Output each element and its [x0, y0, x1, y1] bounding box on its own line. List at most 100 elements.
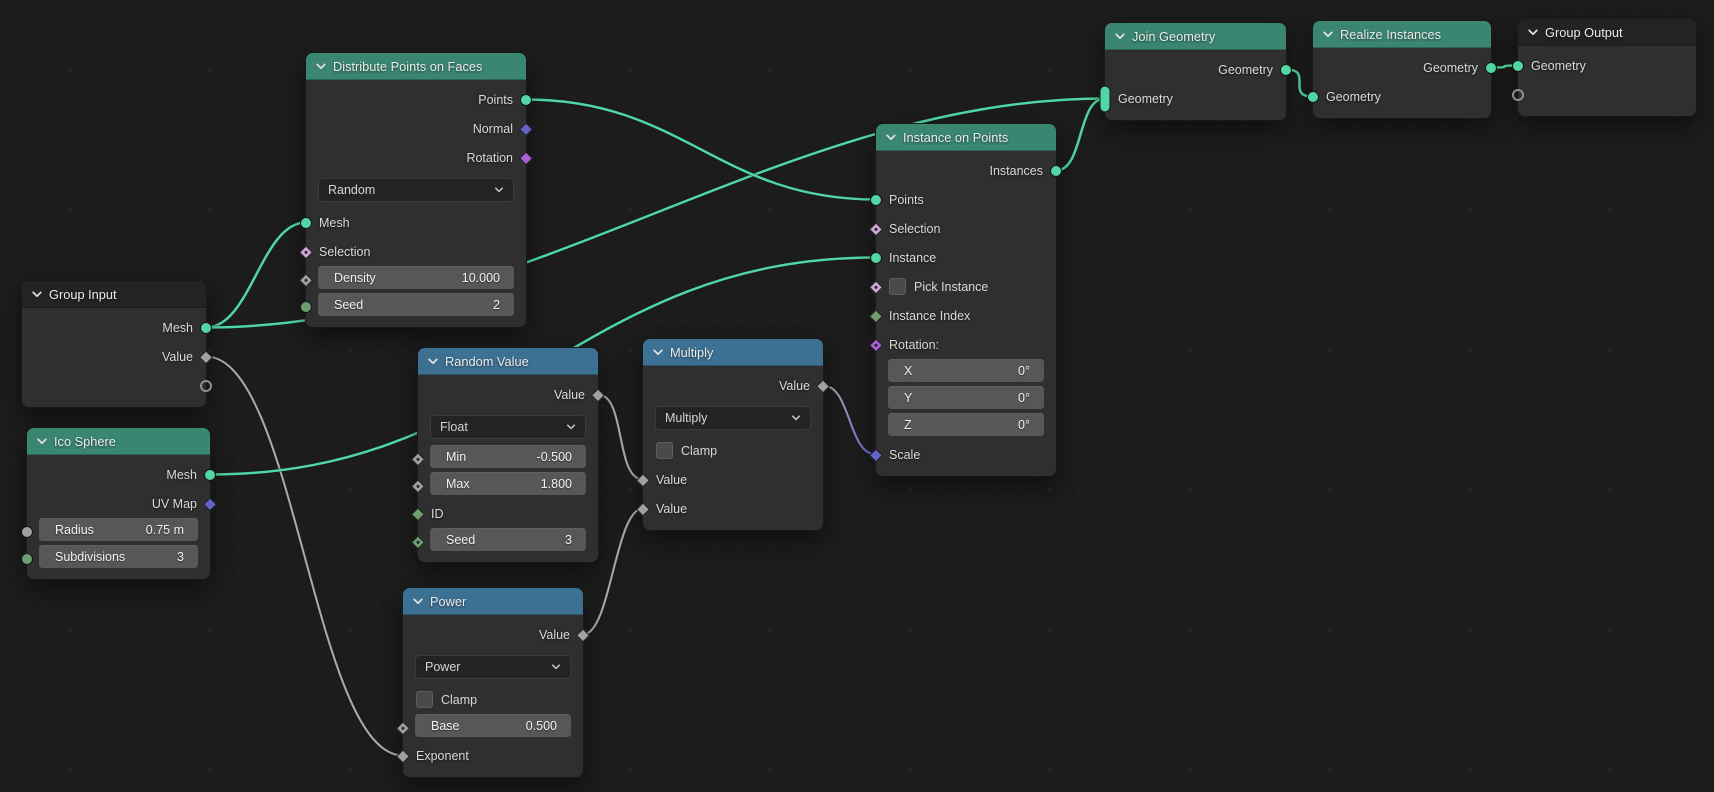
socket-label: Selection — [319, 245, 370, 259]
collapse-chevron-icon[interactable] — [316, 63, 326, 70]
field-min[interactable]: Min-0.500 — [430, 445, 586, 468]
field-subdivisions[interactable]: Subdivisions3 — [39, 545, 198, 568]
checkbox-clamp[interactable] — [416, 691, 433, 708]
collapse-chevron-icon[interactable] — [428, 358, 438, 365]
socket-out-instances[interactable] — [1050, 165, 1062, 177]
socket-in-geo_in[interactable] — [1100, 85, 1111, 112]
node-multiply[interactable]: MultiplyValueMultiplyClampValueValue — [642, 338, 824, 531]
node-header[interactable]: Ico Sphere — [27, 428, 210, 455]
socket-out-points[interactable] — [520, 94, 532, 106]
field-label: Seed — [446, 533, 475, 547]
collapse-chevron-icon[interactable] — [653, 349, 663, 356]
field-base[interactable]: Base0.500 — [415, 714, 571, 737]
socket-in-points[interactable] — [870, 194, 882, 206]
node-header[interactable]: Random Value — [418, 348, 598, 375]
socket-in-geo_in[interactable] — [1307, 91, 1319, 103]
socket-row-exponent: Exponent — [403, 741, 583, 770]
node-header[interactable]: Power — [403, 588, 583, 615]
socket-label: Value — [554, 388, 585, 402]
collapse-chevron-icon[interactable] — [32, 291, 42, 298]
socket-label: Geometry — [1218, 63, 1273, 77]
socket-out-mesh[interactable] — [204, 469, 216, 481]
socket-in-radius[interactable] — [21, 526, 33, 538]
field-rot_y[interactable]: Y0° — [888, 386, 1044, 409]
socket-row-virtual — [1518, 80, 1696, 109]
node-header[interactable]: Multiply — [643, 339, 823, 366]
field-row-rot_y: Y0° — [876, 386, 1056, 413]
collapse-chevron-icon[interactable] — [1115, 33, 1125, 40]
dropdown-operation[interactable]: Multiply — [655, 406, 811, 430]
checkbox-row-pick_instance: Pick Instance — [876, 272, 1056, 301]
node-header[interactable]: Distribute Points on Faces — [306, 53, 526, 80]
field-label: Z — [904, 418, 912, 432]
node-link[interactable] — [1056, 99, 1105, 171]
node-random_value[interactable]: Random ValueValueFloatMin-0.500Max1.800I… — [417, 347, 599, 563]
field-rot_z[interactable]: Z0° — [888, 413, 1044, 436]
node-header[interactable]: Group Input — [22, 281, 206, 308]
node-link[interactable] — [598, 395, 643, 480]
node-group_output[interactable]: Group OutputGeometry — [1517, 18, 1697, 117]
node-instance_on_points[interactable]: Instance on PointsInstancesPointsSelecti… — [875, 123, 1057, 477]
socket-in-mesh_in[interactable] — [300, 217, 312, 229]
field-value: 1.800 — [541, 477, 572, 491]
field-max[interactable]: Max 1.800 — [430, 472, 586, 495]
node-header[interactable]: Realize Instances — [1313, 21, 1491, 48]
node-link[interactable] — [206, 357, 403, 756]
field-density[interactable]: Density10.000 — [318, 266, 514, 289]
socket-row-value: Value — [643, 371, 823, 400]
field-label: Max — [446, 477, 470, 491]
field-radius[interactable]: Radius0.75 m — [39, 518, 198, 541]
socket-out-geo_out[interactable] — [1485, 62, 1497, 74]
dropdown-method[interactable]: Random — [318, 178, 514, 202]
socket-label: UV Map — [152, 497, 197, 511]
collapse-chevron-icon[interactable] — [37, 438, 47, 445]
node-title: Group Output — [1545, 25, 1623, 40]
dropdown-data_type[interactable]: Float — [430, 415, 586, 439]
socket-in-geometry[interactable] — [1512, 60, 1524, 72]
field-label: Y — [904, 391, 912, 405]
dropdown-value: Float — [440, 420, 468, 434]
node-power[interactable]: PowerValuePowerClampBase0.500Exponent — [402, 587, 584, 778]
collapse-chevron-icon[interactable] — [413, 598, 423, 605]
field-seed[interactable]: Seed3 — [430, 528, 586, 551]
socket-in-subdivisions[interactable] — [21, 553, 33, 565]
node-editor-canvas[interactable]: Group InputMeshValueIco SphereMeshUV Map… — [0, 0, 1714, 792]
socket-label: Exponent — [416, 749, 469, 763]
dropdown-operation[interactable]: Power — [415, 655, 571, 679]
socket-row-instances: Instances — [876, 156, 1056, 185]
node-header[interactable]: Join Geometry — [1105, 23, 1286, 50]
node-distribute[interactable]: Distribute Points on FacesPointsNormalRo… — [305, 52, 527, 328]
node-group_input[interactable]: Group InputMeshValue — [21, 280, 207, 408]
node-header[interactable]: Group Output — [1518, 19, 1696, 46]
field-seed[interactable]: Seed2 — [318, 293, 514, 316]
socket-in-instance[interactable] — [870, 252, 882, 264]
socket-out-mesh[interactable] — [200, 322, 212, 334]
node-ico_sphere[interactable]: Ico SphereMeshUV MapRadius0.75 mSubdivis… — [26, 427, 211, 580]
node-rows: MeshValue — [22, 308, 206, 407]
socket-label: Geometry — [1118, 92, 1173, 106]
node-join_geometry[interactable]: Join Geometry Geometry Geometry — [1104, 22, 1287, 121]
socket-field-dot — [874, 284, 878, 288]
node-header[interactable]: Instance on Points — [876, 124, 1056, 151]
chevron-down-icon — [494, 187, 504, 193]
field-row-seed: Seed3 — [418, 528, 598, 555]
socket-row-rotation: Rotation: — [876, 330, 1056, 359]
node-link[interactable] — [206, 223, 306, 328]
checkbox-clamp[interactable] — [656, 442, 673, 459]
node-realize_instances[interactable]: Realize InstancesGeometryGeometry — [1312, 20, 1492, 119]
collapse-chevron-icon[interactable] — [1528, 29, 1538, 36]
chevron-down-icon — [566, 424, 576, 430]
dropdown-value: Power — [425, 660, 460, 674]
collapse-chevron-icon[interactable] — [1323, 31, 1333, 38]
node-rows: InstancesPointsSelectionInstancePick Ins… — [876, 151, 1056, 476]
socket-in-seed[interactable] — [300, 301, 312, 313]
socket-out-geo_out[interactable] — [1280, 64, 1292, 76]
node-link[interactable] — [823, 386, 876, 455]
socket-in-virtual[interactable] — [1512, 89, 1524, 101]
socket-out-virtual[interactable] — [200, 380, 212, 392]
collapse-chevron-icon[interactable] — [886, 134, 896, 141]
checkbox-pick_instance[interactable] — [889, 278, 906, 295]
socket-field-dot — [401, 725, 405, 729]
dropdown-value: Random — [328, 183, 375, 197]
field-rot_x[interactable]: X0° — [888, 359, 1044, 382]
